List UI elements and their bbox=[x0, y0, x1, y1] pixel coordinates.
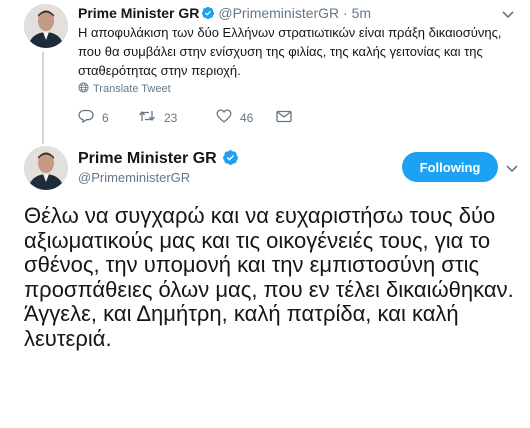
avatar-photo bbox=[24, 146, 68, 190]
author-name[interactable]: Prime Minister GR bbox=[78, 5, 199, 21]
author-handle[interactable]: @PrimeministerGR bbox=[78, 170, 190, 185]
verified-icon bbox=[201, 6, 215, 24]
reply-button[interactable]: 6 bbox=[78, 109, 138, 126]
main-tweet-text: Θέλω να συγχαρώ και να ευχαριστήσω τους … bbox=[24, 203, 524, 351]
translate-tweet-link[interactable]: Translate Tweet bbox=[78, 82, 171, 96]
translate-label: Translate Tweet bbox=[93, 83, 171, 95]
reply-count: 6 bbox=[102, 110, 109, 125]
like-button[interactable]: 46 bbox=[216, 109, 276, 126]
verified-icon bbox=[222, 149, 239, 172]
parent-tweet-text: Η αποφυλάκιση των δύο Ελλήνων στρατιωτικ… bbox=[78, 25, 502, 78]
dm-icon bbox=[276, 110, 292, 126]
retweet-count: 23 bbox=[164, 110, 178, 125]
avatar-photo bbox=[24, 4, 68, 48]
like-icon bbox=[216, 109, 232, 126]
like-count: 46 bbox=[240, 110, 254, 125]
thread-connector-line bbox=[42, 52, 44, 144]
chevron-down-icon[interactable] bbox=[506, 160, 518, 178]
author-name[interactable]: Prime Minister GR bbox=[78, 150, 217, 167]
author-handle[interactable]: @PrimeministerGR bbox=[218, 5, 339, 21]
avatar[interactable] bbox=[24, 146, 68, 190]
tweet-actions: 6 23 46 bbox=[78, 109, 306, 126]
direct-message-button[interactable] bbox=[276, 110, 306, 126]
chevron-down-icon[interactable] bbox=[502, 6, 514, 24]
tweet-paragraph: Άγγελε, και Δημήτρη, καλή πατρίδα, και κ… bbox=[24, 301, 459, 351]
following-button[interactable]: Following bbox=[402, 152, 498, 182]
reply-icon bbox=[78, 109, 94, 126]
tweet-timestamp[interactable]: 5m bbox=[352, 5, 371, 21]
separator-dot: · bbox=[343, 5, 348, 21]
globe-icon bbox=[78, 82, 89, 96]
tweet-paragraph: Θέλω να συγχαρώ και να ευχαριστήσω τους … bbox=[24, 203, 514, 302]
retweet-button[interactable]: 23 bbox=[138, 109, 216, 126]
retweet-icon bbox=[138, 109, 156, 126]
avatar[interactable] bbox=[24, 4, 68, 48]
parent-tweet-header: Prime Minister GR @PrimeministerGR · 5m bbox=[78, 4, 371, 24]
author-name-row: Prime Minister GR bbox=[78, 149, 242, 172]
